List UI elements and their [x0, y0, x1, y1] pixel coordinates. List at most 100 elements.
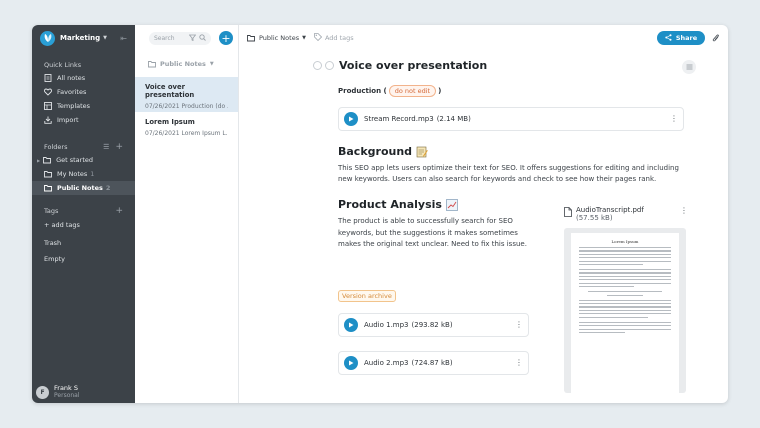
chevron-down-icon: ▼	[103, 35, 107, 41]
sidebar-item-label: All notes	[57, 74, 86, 82]
sort-icon[interactable]: ☰	[103, 143, 109, 151]
chart-icon	[446, 199, 458, 211]
breadcrumb-folder: Public Notes	[259, 34, 300, 42]
quick-links-heading: Quick Links	[44, 61, 82, 69]
notelist-folder-name: Public Notes	[160, 60, 206, 68]
folders-heading-label: Folders	[44, 143, 68, 151]
sidebar-item-label: Templates	[57, 102, 91, 110]
settings-icon[interactable]	[325, 60, 334, 70]
add-tags-label: Add tags	[324, 34, 354, 42]
analysis-heading-text: Product Analysis	[338, 198, 442, 212]
sidebar-item-label: Get started	[56, 156, 93, 164]
workspace-name: Marketing	[60, 34, 101, 42]
analysis-text: The product is able to successfully sear…	[338, 217, 527, 248]
pdf-size: (57.55 kB)	[576, 214, 613, 222]
user-plan: Personal	[54, 392, 80, 400]
add-tag-icon[interactable]: +	[115, 206, 123, 216]
note-item-lorem-ipsum[interactable]: Lorem Ipsum 07/26/2021 Lorem Ipsum L...	[135, 112, 238, 147]
note-subtitle: 07/26/2021 Production (do ...	[145, 103, 228, 110]
breadcrumb[interactable]: Public Notes ▼	[247, 34, 306, 42]
tags-heading-label: Tags	[44, 207, 59, 215]
share-button[interactable]: Share	[657, 31, 705, 45]
workspace-switcher[interactable]: Marketing ▼ ⇤	[32, 25, 135, 51]
pdf-preview[interactable]: Lorem Ipsum	[564, 228, 686, 403]
sidebar-item-label: Favorites	[57, 88, 87, 96]
search-input[interactable]: Search	[149, 31, 211, 45]
play-icon[interactable]	[344, 317, 358, 332]
sidebar-item-label: Public Notes	[57, 184, 103, 192]
app-window: Marketing ▼ ⇤ Quick Links All notes Favo…	[32, 25, 728, 403]
pdf-page-title: Lorem Ipsum	[611, 239, 639, 244]
background-heading: Background	[338, 145, 718, 158]
template-icon	[44, 102, 52, 110]
audio-name: Audio 1.mp3	[364, 320, 409, 329]
background-heading-text: Background	[338, 145, 413, 158]
sidebar-folder-my-notes[interactable]: My Notes 1	[44, 167, 123, 181]
pdf-page: Lorem Ipsum	[571, 233, 679, 403]
kebab-menu-icon[interactable]: ⋮	[670, 115, 678, 123]
folder-icon	[43, 156, 52, 164]
collapse-sidebar-icon[interactable]: ⇤	[120, 34, 127, 43]
play-icon[interactable]	[344, 112, 358, 126]
chevron-down-icon: ▼	[209, 61, 214, 67]
emoji-picker-icon[interactable]	[313, 60, 322, 70]
note-content[interactable]: Voice over presentation Production ( do …	[313, 57, 718, 403]
more-options-button[interactable]	[682, 60, 696, 74]
note-title: Voice over presentation	[145, 83, 195, 99]
play-icon[interactable]	[344, 355, 358, 370]
tags-heading: Tags +	[44, 205, 123, 217]
production-close: )	[438, 87, 442, 95]
add-note-button[interactable]: +	[219, 31, 233, 45]
kebab-menu-icon[interactable]: ⋮	[680, 206, 688, 215]
sidebar-item-label: Import	[57, 116, 79, 124]
add-folder-icon[interactable]: +	[115, 142, 123, 152]
sidebar-item-import[interactable]: Import	[44, 113, 123, 127]
app-logo-icon	[40, 30, 55, 46]
user-name: Frank S	[54, 383, 78, 392]
heart-icon	[44, 88, 52, 96]
audio-size: (724.87 kB)	[411, 358, 453, 367]
folder-icon	[44, 184, 52, 192]
folder-icon	[148, 60, 156, 68]
audio-size: (2.14 MB)	[436, 115, 471, 123]
attachment-icon[interactable]	[712, 34, 720, 43]
pdf-name: AudioTranscript.pdf	[576, 206, 644, 214]
status-badge: do not edit	[388, 85, 437, 97]
audio-attachment-stream[interactable]: Stream Record.mp3 (2.14 MB) ⋮	[338, 107, 684, 131]
pdf-attachment[interactable]: AudioTranscript.pdf (57.55 kB) ⋮ Lorem I…	[564, 206, 688, 403]
page-title[interactable]: Voice over presentation	[339, 59, 487, 72]
import-icon	[44, 116, 52, 124]
note-list: Search + Public Notes ▼ Voice over prese…	[135, 25, 239, 403]
tag-icon	[314, 33, 323, 43]
avatar: F	[36, 385, 49, 399]
kebab-menu-icon[interactable]: ⋮	[515, 320, 523, 329]
sidebar-folder-get-started[interactable]: ▶ Get started	[37, 153, 123, 167]
production-label: Production (	[338, 87, 387, 95]
production-line: Production ( do not edit )	[338, 85, 718, 97]
sidebar: Marketing ▼ ⇤ Quick Links All notes Favo…	[32, 25, 135, 403]
audio-attachment-2[interactable]: Audio 2.mp3 (724.87 kB) ⋮	[338, 350, 529, 375]
audio-attachment-1[interactable]: Audio 1.mp3 (293.82 kB) ⋮	[338, 312, 529, 337]
kebab-menu-icon[interactable]: ⋮	[515, 358, 523, 367]
sidebar-item-empty[interactable]: Empty	[44, 251, 123, 267]
note-item-voice-over[interactable]: Voice over presentation 07/26/2021 Produ…	[135, 77, 238, 112]
caret-right-icon[interactable]: ▶	[37, 158, 40, 163]
sidebar-item-trash[interactable]: Trash	[44, 235, 123, 251]
sidebar-item-favorites[interactable]: Favorites	[44, 85, 123, 99]
add-tags-link[interactable]: + add tags	[44, 217, 123, 233]
notelist-folder-selector[interactable]: Public Notes ▼	[135, 51, 238, 77]
sidebar-folder-public-notes[interactable]: Public Notes 2	[32, 181, 135, 195]
file-icon	[564, 207, 572, 217]
folder-icon	[44, 170, 52, 178]
audio-name: Stream Record.mp3	[364, 115, 434, 123]
search-icon[interactable]	[199, 33, 206, 43]
sidebar-item-templates[interactable]: Templates	[44, 99, 123, 113]
folder-count: 2	[105, 184, 111, 192]
add-tags-button[interactable]: Add tags	[314, 33, 354, 43]
user-profile[interactable]: F Frank S Personal	[32, 381, 135, 403]
note-subtitle: 07/26/2021 Lorem Ipsum L...	[145, 130, 228, 137]
filter-icon[interactable]	[188, 34, 197, 43]
menu-icon	[686, 64, 692, 70]
sidebar-item-all-notes[interactable]: All notes	[44, 71, 123, 85]
notes-icon	[44, 74, 52, 82]
